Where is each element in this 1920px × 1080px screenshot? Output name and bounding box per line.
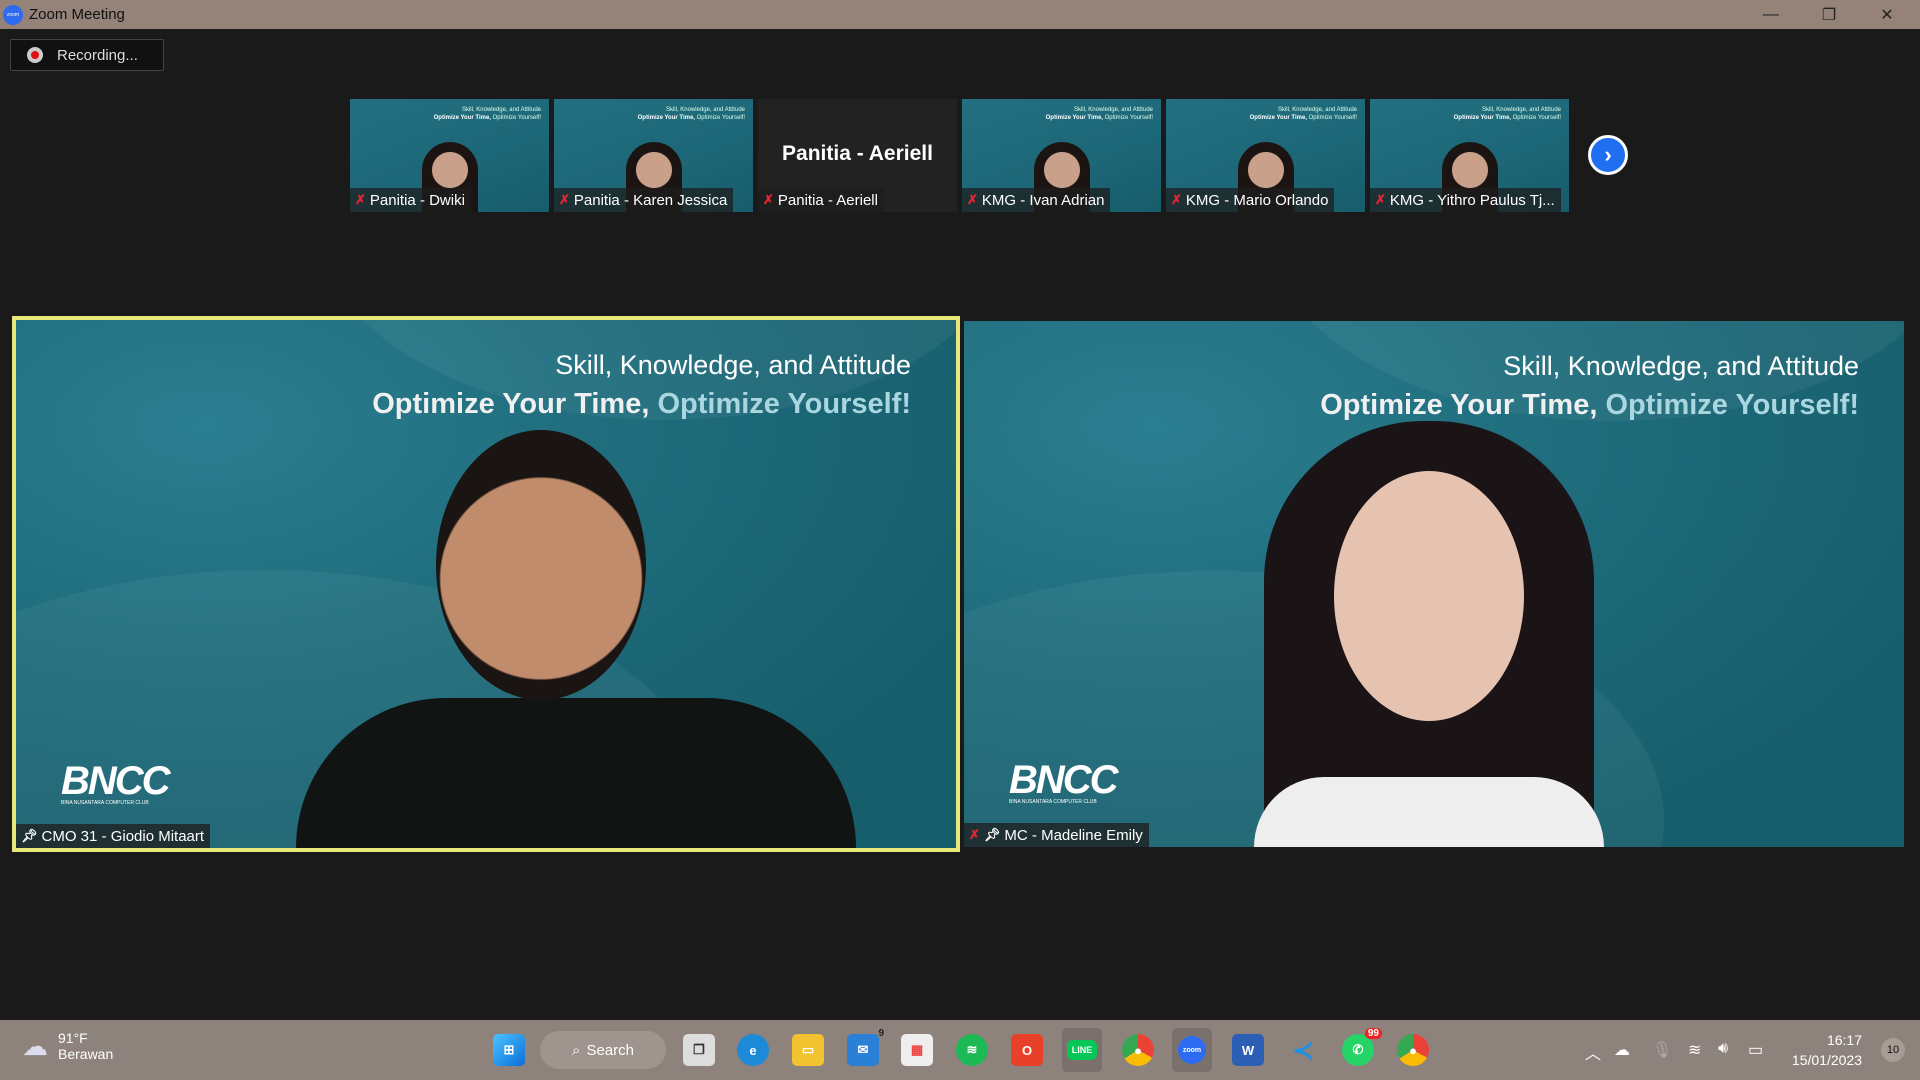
task-view-icon[interactable]: ❐ bbox=[683, 1034, 715, 1066]
volume-icon[interactable]: 🔊︎ bbox=[1718, 1040, 1728, 1058]
next-page-button[interactable]: › bbox=[1588, 135, 1628, 175]
start-windows-icon[interactable]: ⊞ bbox=[493, 1034, 525, 1066]
record-icon bbox=[27, 47, 43, 63]
recording-indicator[interactable]: Recording... bbox=[10, 39, 164, 71]
participant-nameplate: 📌︎ CMO 31 - Giodio Mitaart bbox=[16, 824, 211, 848]
line-app-button[interactable]: LINE bbox=[1062, 1028, 1102, 1072]
microphone-icon[interactable]: 🎙︎ bbox=[1652, 1040, 1672, 1060]
participant-name: KMG - Yithro Paulus Tj... bbox=[1389, 191, 1555, 209]
mail-icon[interactable]: ✉ 9 bbox=[847, 1028, 884, 1066]
line-icon: LINE bbox=[1066, 1040, 1098, 1060]
slide-text: Skill, Knowledge, and Attitude Optimize Y… bbox=[637, 107, 745, 121]
gallery-tile[interactable]: Skill, Knowledge, and Attitude Optimize Y… bbox=[962, 99, 1161, 212]
search-label: Search bbox=[586, 1041, 634, 1059]
video-tile-speaker-1[interactable]: Skill, Knowledge, and Attitude Optimize … bbox=[12, 316, 960, 852]
file-explorer-icon[interactable]: ▭ bbox=[792, 1034, 824, 1066]
participant-face bbox=[436, 430, 646, 700]
restore-button[interactable]: ❐ bbox=[1800, 0, 1858, 29]
word-icon[interactable]: W bbox=[1232, 1034, 1264, 1066]
microsoft-store-icon[interactable]: ▦ bbox=[901, 1034, 933, 1066]
mic-muted-icon: ✗ bbox=[967, 192, 978, 207]
mic-muted-icon: ✗ bbox=[559, 192, 570, 207]
gallery-tile[interactable]: Panitia - Aeriell ✗ Panitia - Aeriell bbox=[758, 99, 957, 212]
weather-temp: 91°F bbox=[58, 1030, 88, 1046]
mic-muted-icon: ✗ bbox=[355, 192, 366, 207]
title-bar: zoom Zoom Meeting — ❐ ✕ bbox=[0, 0, 1920, 29]
pin-icon: 📌︎ bbox=[21, 828, 38, 843]
slide-text: Skill, Knowledge, and Attitude Optimize Y… bbox=[1453, 107, 1561, 121]
gallery-tile[interactable]: Skill, Knowledge, and Attitude Optimize Y… bbox=[350, 99, 549, 212]
participant-name: KMG - Ivan Adrian bbox=[981, 191, 1105, 209]
participant-nameplate: ✗ KMG - Ivan Adrian bbox=[962, 188, 1111, 212]
cloud-icon: ☁ bbox=[22, 1030, 48, 1061]
chrome-profile-icon[interactable]: ● bbox=[1397, 1034, 1429, 1066]
wifi-icon[interactable]: ≋ bbox=[1688, 1040, 1701, 1060]
gallery-tile[interactable]: Skill, Knowledge, and Attitude Optimize Y… bbox=[554, 99, 753, 212]
chevron-up-icon[interactable]: ︿ bbox=[1585, 1040, 1601, 1064]
minimize-button[interactable]: — bbox=[1742, 0, 1800, 29]
participant-video bbox=[296, 698, 856, 848]
participant-nameplate: ✗ KMG - Mario Orlando bbox=[1166, 188, 1335, 212]
mic-muted-icon: ✗ bbox=[969, 827, 980, 842]
slide-text: Skill, Knowledge, and Attitude Optimize Y… bbox=[433, 107, 541, 121]
mic-muted-icon: ✗ bbox=[763, 192, 774, 207]
date: 15/01/2023 bbox=[1791, 1052, 1862, 1068]
participant-nameplate: ✗ Panitia - Aeriell bbox=[758, 188, 884, 212]
battery-icon[interactable]: ▭ bbox=[1748, 1040, 1763, 1060]
participant-name: Panitia - Aeriell bbox=[777, 191, 878, 209]
mail-badge: 9 bbox=[878, 1028, 884, 1039]
zoom-icon: zoom bbox=[1178, 1036, 1206, 1064]
gallery-tile[interactable]: Skill, Knowledge, and Attitude Optimize Y… bbox=[1370, 99, 1569, 212]
chevron-right-icon: › bbox=[1604, 142, 1612, 167]
weather-widget[interactable]: ☁ 91°F Berawan bbox=[22, 1030, 113, 1062]
close-button[interactable]: ✕ bbox=[1858, 0, 1916, 29]
search-icon: ⌕ bbox=[572, 1041, 581, 1059]
slide-title: Skill, Knowledge, and Attitude bbox=[1503, 351, 1859, 381]
participant-face bbox=[1334, 471, 1524, 721]
gallery-tile[interactable]: Skill, Knowledge, and Attitude Optimize Y… bbox=[1166, 99, 1365, 212]
mic-muted-icon: ✗ bbox=[1375, 192, 1386, 207]
whatsapp-icon[interactable]: ✆ 99 bbox=[1342, 1028, 1382, 1066]
bncc-logo: BNCC BINA NUSANTARA COMPUTER CLUB bbox=[1009, 758, 1119, 805]
video-tile-speaker-2[interactable]: Skill, Knowledge, and Attitude Optimize … bbox=[964, 321, 1904, 847]
pin-icon: 📌︎ bbox=[983, 827, 1001, 842]
mic-muted-icon: ✗ bbox=[1171, 192, 1182, 207]
participant-nameplate: ✗ Panitia - Karen Jessica bbox=[554, 188, 734, 212]
notification-count[interactable]: 10 bbox=[1881, 1038, 1905, 1062]
participant-name: KMG - Mario Orlando bbox=[1185, 191, 1329, 209]
chrome-icon[interactable]: ● bbox=[1122, 1034, 1154, 1066]
participant-nameplate: ✗ 📌︎ MC - Madeline Emily bbox=[964, 823, 1149, 847]
zoom-logo-icon: zoom bbox=[3, 4, 23, 25]
window-title: Zoom Meeting bbox=[29, 6, 125, 23]
participant-display-name: Panitia - Aeriell bbox=[782, 142, 933, 165]
bncc-logo: BNCC BINA NUSANTARA COMPUTER CLUB bbox=[61, 759, 171, 806]
search-button[interactable]: ⌕ Search bbox=[540, 1031, 666, 1069]
participant-name: Panitia - Karen Jessica bbox=[573, 191, 728, 209]
weather-desc: Berawan bbox=[58, 1046, 114, 1062]
clock[interactable]: 16:17 15/01/2023 bbox=[1792, 1030, 1862, 1070]
whatsapp-badge: 99 bbox=[1364, 1028, 1382, 1039]
edge-browser-icon[interactable]: e bbox=[737, 1034, 769, 1066]
slide-title: Skill, Knowledge, and Attitude bbox=[555, 350, 911, 380]
office-icon[interactable]: O bbox=[1011, 1034, 1043, 1066]
onedrive-cloud-icon[interactable]: ☁ bbox=[1614, 1040, 1630, 1060]
slide-subtitle: Optimize Your Time, Optimize Yourself! bbox=[372, 388, 911, 420]
recording-label: Recording... bbox=[57, 46, 138, 64]
vscode-icon[interactable]: ≺ bbox=[1287, 1034, 1319, 1066]
participant-name: CMO 31 - Giodio Mitaart bbox=[41, 827, 205, 845]
spotify-icon[interactable]: ≋ bbox=[956, 1034, 988, 1066]
participant-nameplate: ✗ Panitia - Dwiki bbox=[350, 188, 471, 212]
zoom-app-button[interactable]: zoom bbox=[1172, 1028, 1212, 1072]
time: 16:17 bbox=[1826, 1032, 1862, 1048]
slide-text: Skill, Knowledge, and Attitude Optimize Y… bbox=[1045, 107, 1153, 121]
slide-subtitle: Optimize Your Time, Optimize Yourself! bbox=[1320, 389, 1859, 421]
slide-text: Skill, Knowledge, and Attitude Optimize Y… bbox=[1249, 107, 1357, 121]
participant-name: MC - Madeline Emily bbox=[1004, 826, 1143, 844]
participant-name: Panitia - Dwiki bbox=[369, 191, 465, 209]
participant-nameplate: ✗ KMG - Yithro Paulus Tj... bbox=[1370, 188, 1561, 212]
participant-shirt bbox=[1254, 777, 1604, 847]
